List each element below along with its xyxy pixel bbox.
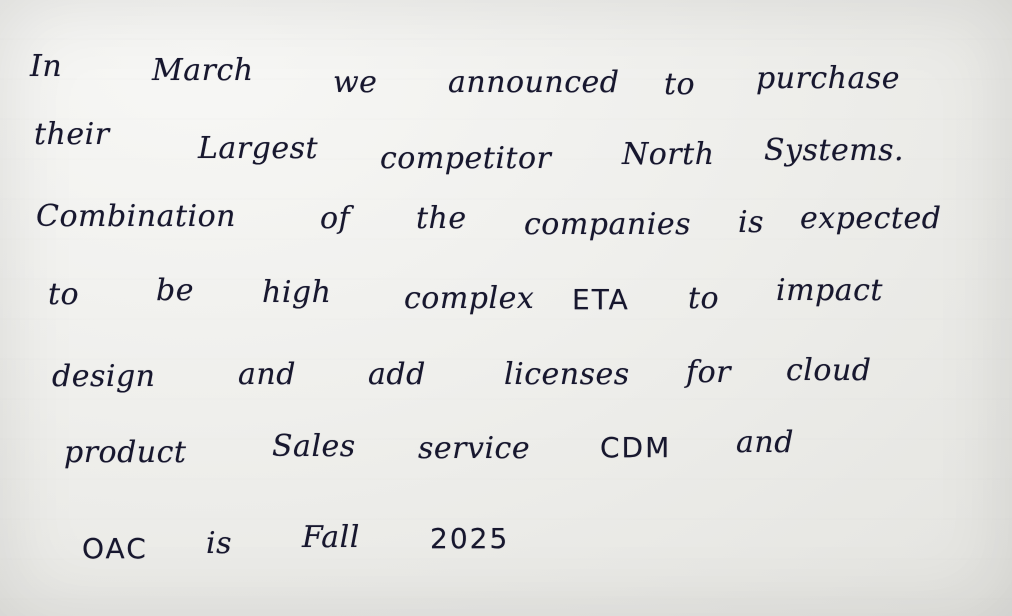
note-word: of <box>320 201 351 236</box>
note-word: Sales <box>272 429 356 464</box>
note-word: Fall <box>302 520 360 555</box>
note-word: add <box>368 357 426 392</box>
note-word: to <box>664 67 696 102</box>
note-word: we <box>333 65 378 100</box>
note-word: complex <box>404 281 535 316</box>
note-word: In <box>30 49 63 84</box>
note-word: Systems. <box>764 133 905 168</box>
note-word: service <box>418 431 531 466</box>
note-word: Combination <box>36 199 237 234</box>
note-word: and <box>238 357 296 392</box>
note-line-5: design and add licenses for cloud <box>0 354 1012 424</box>
note-line-4: to be high complex ETA to impact <box>0 270 1012 340</box>
note-word: licenses <box>504 357 630 392</box>
note-word: ETA <box>572 283 630 316</box>
note-word: competitor <box>380 141 552 176</box>
note-word: for <box>686 355 732 390</box>
note-word: OAC <box>82 532 148 565</box>
note-word: 2025 <box>430 522 510 555</box>
note-word: North <box>622 137 715 172</box>
note-word: companies <box>524 207 691 242</box>
handwritten-note-page: In March we announced to purchase their … <box>0 0 1012 616</box>
note-word: Largest <box>198 131 319 166</box>
note-line-3: Combination of the companies is expected <box>0 198 1012 268</box>
note-word: purchase <box>756 61 901 96</box>
note-word: cloud <box>786 353 872 388</box>
note-line-2: their Largest competitor North Systems. <box>0 120 1012 190</box>
note-line-6: product Sales service CDM and <box>0 420 1012 490</box>
note-word: the <box>416 201 467 236</box>
note-word: their <box>34 117 110 152</box>
note-word: to <box>48 277 80 312</box>
note-word: high <box>262 275 332 310</box>
note-word: be <box>156 273 194 308</box>
note-word: design <box>52 359 156 394</box>
note-word: announced <box>448 65 620 100</box>
note-word: March <box>152 53 254 88</box>
note-line-1: In March we announced to purchase <box>0 46 1012 116</box>
note-word: is <box>738 205 764 240</box>
note-word: and <box>736 425 794 460</box>
note-word: expected <box>800 201 942 236</box>
note-word: product <box>64 435 187 470</box>
note-word: CDM <box>600 431 672 464</box>
note-word: is <box>206 526 232 561</box>
note-word: to <box>688 281 720 316</box>
note-line-7: OAC is Fall 2025 <box>0 515 1012 585</box>
note-word: impact <box>776 273 883 308</box>
